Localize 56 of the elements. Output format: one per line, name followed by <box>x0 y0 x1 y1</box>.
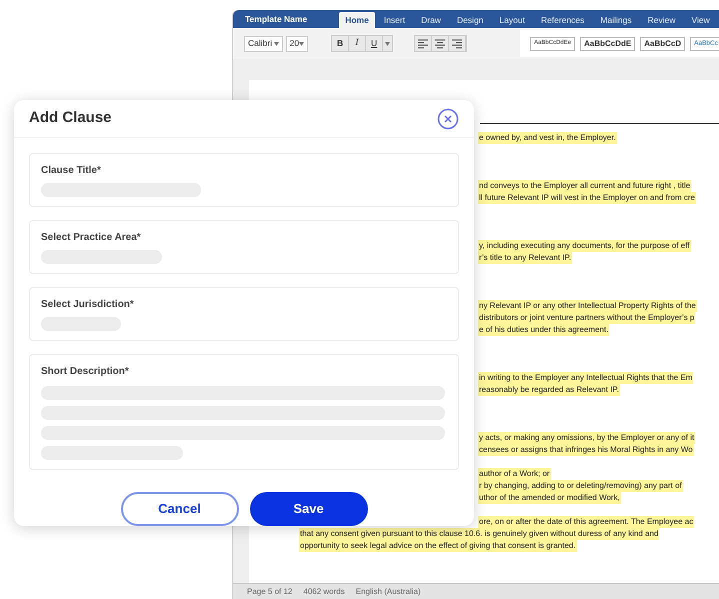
highlighted-text: e of his duties under this agreement. <box>478 324 610 336</box>
dialog-title: Add Clause <box>29 108 112 128</box>
document-title: Template Name <box>245 12 308 26</box>
highlighted-text: uthor of the amended or modified Work, <box>478 492 621 504</box>
highlighted-text: in writing to the Employer any Intellectual Rights that the Em <box>478 372 694 384</box>
highlighted-text: ore, on or after the date of this agreement. The Employee ac <box>478 516 694 528</box>
highlighted-text: author of a Work; or <box>478 468 551 480</box>
ribbon-tab[interactable]: Layout <box>492 12 532 28</box>
style-preview[interactable]: AaBbCcDdE <box>580 36 636 50</box>
align-center-icon[interactable] <box>433 38 448 50</box>
save-button[interactable]: Save <box>250 492 368 526</box>
highlighted-text: nd conveys to the Employer all current and future right , title <box>478 180 692 192</box>
status-text: 4062 words <box>303 586 345 598</box>
field-label: Select Practice Area* <box>41 231 142 245</box>
ribbon-tab[interactable]: Design <box>450 12 490 28</box>
cancel-button[interactable]: Cancel <box>120 492 238 526</box>
highlighted-text: opportunity to seek legal advice on the effect of giving that consent is granted. <box>299 540 577 552</box>
highlighted-text: r by changing, adding to or deleting/removing) any part of <box>478 480 683 492</box>
ribbon-tab[interactable]: View <box>684 12 717 28</box>
highlighted-text: ny Relevant IP or any other Intellectual Property Rights of the <box>478 300 697 312</box>
highlighted-text: r’s title to any Relevant IP. <box>478 252 572 264</box>
field-label: Clause Title* <box>41 164 102 178</box>
highlighted-text: y acts, or making any omissions, by the Employer or any of it <box>478 432 696 444</box>
caret-icon <box>385 42 390 46</box>
style-preview[interactable]: AaBbCcD <box>640 36 686 50</box>
align-right-icon[interactable] <box>450 38 464 50</box>
highlighted-text: ll future Relevant IP will vest in the Employer on and from cre <box>478 192 696 204</box>
ribbon-tab[interactable]: Insert <box>376 12 412 28</box>
font-size-dropdown[interactable]: 20 <box>286 36 308 52</box>
status-text: Page 5 of 12 <box>247 586 292 598</box>
field-label: Short Description* <box>41 365 130 379</box>
format-button[interactable]: U <box>366 36 384 51</box>
caret-icon <box>299 42 304 46</box>
input-field[interactable]: Clause Title* <box>29 153 459 207</box>
font-dropdown[interactable]: Calibri <box>244 36 283 52</box>
ribbon-tab[interactable]: Mailings <box>593 12 639 28</box>
ribbon-tab[interactable]: Review <box>640 12 682 28</box>
textarea-field[interactable]: Short Description* <box>29 354 459 470</box>
ribbon-tab[interactable]: Draw <box>414 12 448 28</box>
input-field[interactable]: Select Jurisdiction* <box>29 287 459 341</box>
align-left-icon[interactable] <box>416 38 430 50</box>
highlighted-text: reasonably be regarded as Relevant IP. <box>478 384 620 396</box>
ribbon-tab[interactable]: References <box>534 12 592 28</box>
highlighted-text: e owned by, and vest in, the Employer. <box>478 132 617 144</box>
format-button[interactable]: I <box>349 36 366 51</box>
highlighted-text: censees or assigns that infringes his Moral Rights in any Wo <box>478 444 694 456</box>
input-field[interactable]: Select Practice Area* <box>29 220 459 274</box>
format-button[interactable]: B <box>332 36 350 51</box>
ribbon-tab[interactable]: Home <box>339 12 375 28</box>
highlighted-text: y, including executing any documents, for the purpose of eff <box>478 240 690 252</box>
highlighted-text: that any consent given pursuant to this clause 10.6. is genuinely given without duress of any kind and <box>299 528 660 540</box>
highlighted-text: distributors or joint venture partners without the Employer’s p <box>478 312 696 324</box>
field-label: Select Jurisdiction* <box>41 298 135 312</box>
status-text: English (Australia) <box>356 586 421 598</box>
caret-icon <box>274 42 279 46</box>
close-icon[interactable] <box>437 108 459 130</box>
